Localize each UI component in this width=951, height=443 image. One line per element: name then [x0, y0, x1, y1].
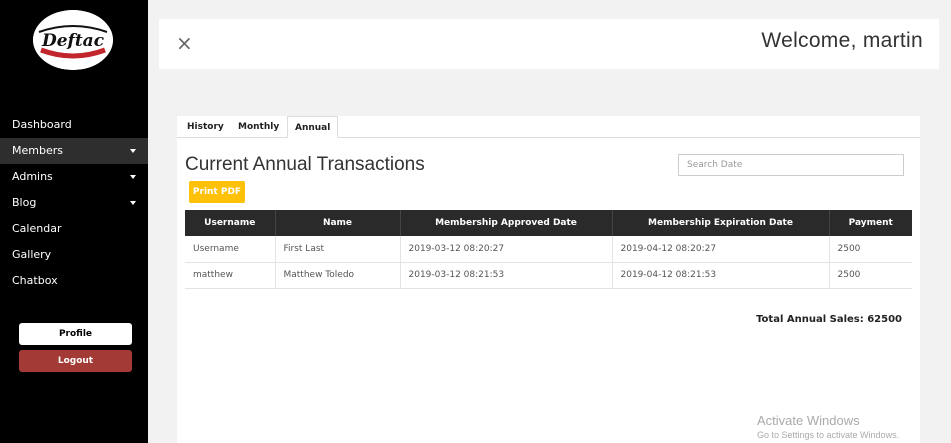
close-icon[interactable]: ×: [176, 33, 193, 53]
column-header-payment[interactable]: Payment: [829, 210, 912, 236]
cell-expiration-date: 2019-04-12 08:21:53: [612, 262, 830, 289]
tab-history[interactable]: History: [187, 116, 224, 138]
cell-expiration-date: 2019-04-12 08:20:27: [612, 236, 830, 263]
activation-watermark: Activate Windows Go to Settings to activ…: [757, 413, 899, 440]
tab-monthly[interactable]: Monthly: [238, 116, 279, 138]
sidebar: Deftac Dashboard Members Admins Blog Cal…: [0, 0, 148, 443]
total-annual-sales: Total Annual Sales: 62500: [756, 314, 902, 325]
page-title: Current Annual Transactions: [185, 154, 425, 175]
transactions-table: Username Name Membership Approved Date M…: [185, 210, 912, 289]
welcome-message: Welcome, martin: [761, 29, 923, 52]
sidebar-item-label: Chatbox: [12, 274, 58, 287]
sidebar-item-calendar[interactable]: Calendar: [0, 216, 148, 242]
sidebar-nav: Dashboard Members Admins Blog Calendar G…: [0, 112, 148, 294]
tab-bar: History Monthly Annual: [177, 116, 920, 138]
sidebar-item-gallery[interactable]: Gallery: [0, 242, 148, 268]
cell-approved-date: 2019-03-12 08:21:53: [400, 262, 613, 289]
sidebar-item-label: Admins: [12, 170, 53, 183]
cell-username: matthew: [185, 262, 276, 289]
cell-payment: 2500: [829, 262, 912, 289]
cell-name: Matthew Toledo: [275, 262, 401, 289]
search-date-input[interactable]: [678, 154, 904, 176]
column-header-approved-date[interactable]: Membership Approved Date: [400, 210, 613, 236]
tab-annual[interactable]: Annual: [287, 116, 339, 138]
watermark-subtitle: Go to Settings to activate Windows.: [757, 430, 900, 440]
sidebar-item-blog[interactable]: Blog: [0, 190, 148, 216]
column-header-expiration-date[interactable]: Membership Expiration Date: [612, 210, 830, 236]
caret-down-icon: [130, 201, 136, 205]
column-header-name[interactable]: Name: [275, 210, 401, 236]
cell-payment: 2500: [829, 236, 912, 263]
sidebar-item-chatbox[interactable]: Chatbox: [0, 268, 148, 294]
sidebar-item-label: Dashboard: [12, 118, 72, 131]
top-bar: × Welcome, martin: [159, 19, 939, 69]
sidebar-item-label: Calendar: [12, 222, 62, 235]
table-row[interactable]: matthew Matthew Toledo 2019-03-12 08:21:…: [185, 262, 912, 289]
watermark-title: Activate Windows: [757, 413, 860, 428]
transactions-card: History Monthly Annual Current Annual Tr…: [177, 116, 920, 443]
sidebar-item-dashboard[interactable]: Dashboard: [0, 112, 148, 138]
sidebar-item-label: Gallery: [12, 248, 52, 261]
profile-button[interactable]: Profile: [19, 323, 132, 345]
table-row[interactable]: Username First Last 2019-03-12 08:20:27 …: [185, 236, 912, 263]
sidebar-item-admins[interactable]: Admins: [0, 164, 148, 190]
sidebar-item-label: Blog: [12, 196, 37, 209]
column-header-username[interactable]: Username: [185, 210, 276, 236]
sidebar-item-label: Members: [12, 144, 63, 157]
logout-button[interactable]: Logout: [19, 350, 132, 372]
logo[interactable]: Deftac: [33, 10, 113, 70]
table-header-row: Username Name Membership Approved Date M…: [185, 210, 912, 236]
logo-emblem: Deftac: [33, 10, 113, 70]
cell-approved-date: 2019-03-12 08:20:27: [400, 236, 613, 263]
caret-down-icon: [130, 175, 136, 179]
sidebar-item-members[interactable]: Members: [0, 138, 148, 164]
cell-name: First Last: [275, 236, 401, 263]
print-pdf-button[interactable]: Print PDF: [189, 181, 245, 203]
logo-text: Deftac: [41, 31, 105, 51]
cell-username: Username: [185, 236, 276, 263]
caret-down-icon: [130, 149, 136, 153]
